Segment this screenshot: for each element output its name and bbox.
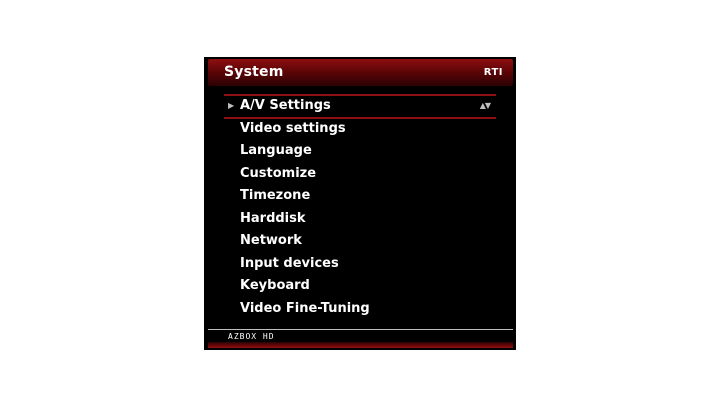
menu-item-harddisk[interactable]: Harddisk: [224, 208, 496, 231]
screen: System RTI ▶ A/V Settings ▲▼ Video setti…: [0, 0, 720, 405]
menu-item-label: A/V Settings: [240, 98, 331, 113]
menu-item-video-settings[interactable]: Video settings: [224, 118, 496, 141]
footer-divider: [208, 329, 513, 330]
device-brand-logo: AZBOX HD: [228, 332, 275, 341]
triangle-right-icon: ▶: [228, 101, 235, 110]
settings-menu-list: ▶ A/V Settings ▲▼ Video settings Languag…: [224, 94, 496, 321]
channel-logo: RTI: [483, 67, 503, 78]
menu-item-language[interactable]: Language: [224, 140, 496, 163]
menu-item-label: Harddisk: [240, 210, 306, 226]
menu-item-av-settings[interactable]: ▶ A/V Settings ▲▼: [224, 94, 496, 118]
menu-item-customize[interactable]: Customize: [224, 163, 496, 186]
menu-item-label: Video Fine-Tuning: [240, 300, 370, 316]
menu-item-label: Input devices: [240, 255, 339, 271]
up-down-arrows-icon: ▲▼: [479, 101, 491, 110]
menu-item-label: Customize: [240, 165, 317, 181]
menu-header: System RTI: [208, 59, 513, 86]
menu-item-label: Keyboard: [240, 278, 310, 293]
menu-item-label: Video settings: [240, 120, 346, 136]
menu-item-network[interactable]: Network: [224, 230, 496, 253]
menu-item-label: Language: [240, 143, 312, 158]
menu-item-video-fine-tuning[interactable]: Video Fine-Tuning: [224, 298, 496, 321]
menu-title: System: [224, 64, 284, 80]
menu-item-input-devices[interactable]: Input devices: [224, 253, 496, 276]
footer-bar: [208, 342, 513, 348]
system-menu-panel: System RTI ▶ A/V Settings ▲▼ Video setti…: [204, 57, 516, 350]
menu-item-keyboard[interactable]: Keyboard: [224, 275, 496, 298]
menu-item-timezone[interactable]: Timezone: [224, 185, 496, 208]
menu-item-label: Timezone: [240, 188, 311, 203]
menu-item-label: Network: [240, 233, 302, 248]
